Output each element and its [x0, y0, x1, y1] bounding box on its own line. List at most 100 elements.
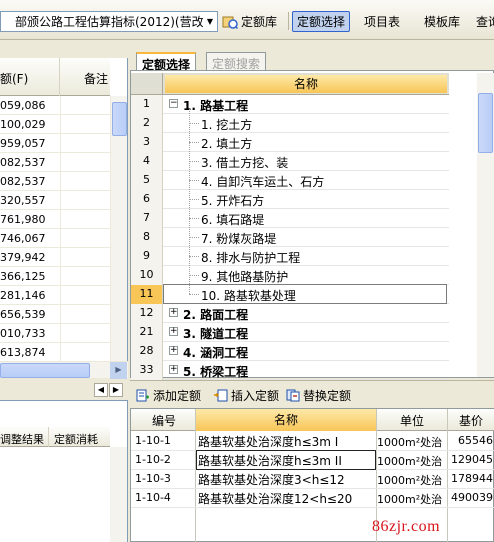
insert-quota-icon	[214, 389, 228, 401]
tree-connector	[189, 218, 199, 219]
tree-row[interactable]: 6 5. 开炸石方	[131, 190, 449, 209]
tree-row[interactable]: 28 +4. 涵洞工程	[131, 342, 449, 361]
column-header-adjust-result[interactable]: 调整结果	[0, 431, 44, 447]
tree-item-label: 1. 挖土方	[201, 118, 253, 132]
quota-unit-cell: 1000m²处治	[377, 455, 443, 468]
chevron-down-icon[interactable]: ▼	[203, 17, 217, 26]
column-divider	[60, 134, 61, 153]
tree-row[interactable]: 1−1. 路基工程	[131, 95, 449, 114]
table-row[interactable]: 379,942	[0, 248, 110, 267]
table-row[interactable]: 320,557	[0, 191, 110, 210]
query-button[interactable]: 查询	[476, 11, 494, 32]
collapse-icon[interactable]: −	[169, 99, 178, 108]
column-header-price[interactable]: 基价	[449, 412, 493, 429]
scrollbar-thumb[interactable]	[112, 102, 127, 136]
amount-cell: 366,125	[0, 270, 46, 283]
table-row[interactable]: 959,057	[0, 134, 110, 153]
insert-quota-button[interactable]: 插入定额	[214, 387, 279, 403]
project-table-button[interactable]: 项目表	[364, 11, 404, 32]
table-row[interactable]: 082,537	[0, 153, 110, 172]
tree-row[interactable]: 8 7. 粉煤灰路堤	[131, 228, 449, 247]
column-header-amount[interactable]: 额(F)	[0, 58, 60, 96]
expand-icon[interactable]: +	[169, 308, 178, 317]
table-row[interactable]: 100,029	[0, 115, 110, 134]
vertical-scrollbar[interactable]	[110, 447, 127, 542]
quota-chapter-tree: 名称 1−1. 路基工程 2 1. 挖土方 3 2. 填土方 4 3. 借土方挖、装 5 4. …	[130, 70, 494, 380]
table-row[interactable]: 761,980	[0, 210, 110, 229]
amount-cell: 320,557	[0, 194, 46, 207]
row-number: 12	[131, 304, 163, 323]
scroll-right-icon[interactable]: ▶	[109, 383, 123, 397]
replace-quota-button[interactable]: 替换定额	[286, 387, 351, 403]
tree-row[interactable]: 5 4. 自卸汽车运土、石方	[131, 171, 449, 190]
column-divider	[60, 324, 61, 343]
vertical-scrollbar[interactable]	[110, 96, 127, 362]
column-divider	[60, 96, 61, 115]
table-row[interactable]: 281,146	[0, 286, 110, 305]
table-row[interactable]: 082,537	[0, 172, 110, 191]
column-header-note[interactable]: 备注	[84, 70, 108, 87]
tree-row[interactable]: 12 +2. 路面工程	[131, 304, 449, 323]
amount-cell: 082,537	[0, 156, 46, 169]
table-row[interactable]: 1-10-2 路基软基处治深度h≤3m II 1000m²处治 129045	[131, 450, 494, 470]
amount-cell: 613,874	[0, 346, 46, 359]
add-quota-button[interactable]: 添加定额	[136, 387, 201, 403]
tab-quota-select[interactable]: 定额选择	[136, 52, 197, 72]
row-number: 4	[131, 152, 163, 171]
horizontal-scrollbar[interactable]: ▶	[0, 361, 128, 379]
column-header-name[interactable]: 名称	[165, 75, 447, 93]
table-row[interactable]: 1-10-1 路基软基处治深度h≤3m I 1000m²处治 65546	[131, 432, 494, 451]
table-row[interactable]: 059,086	[0, 96, 110, 115]
template-library-button[interactable]: 模板库	[424, 11, 464, 32]
scrollbar-thumb[interactable]	[0, 363, 90, 378]
tree-row[interactable]: 9 8. 排水与防护工程	[131, 247, 449, 266]
tree-row[interactable]: 2 1. 挖土方	[131, 114, 449, 133]
table-row[interactable]: 613,874	[0, 343, 110, 362]
tree-item-label: 4. 涵洞工程	[183, 346, 249, 360]
quota-library-combo[interactable]: 部颁公路工程估算指标(2012)(营改 ▼	[0, 11, 218, 32]
column-header-quota-consumption[interactable]: 定额消耗	[54, 431, 98, 447]
scroll-left-icon[interactable]: ◀	[94, 383, 108, 397]
column-divider	[60, 229, 61, 248]
row-number: 5	[131, 171, 163, 190]
vertical-scrollbar[interactable]	[477, 73, 494, 377]
column-divider	[60, 267, 61, 286]
tab-quota-search[interactable]: 定额搜索	[206, 52, 267, 71]
expand-icon[interactable]: +	[169, 365, 178, 374]
toolbar-divider	[288, 12, 289, 30]
quota-price-cell: 65546	[458, 434, 493, 447]
tree-row[interactable]: 11 10. 路基软基处理	[131, 284, 449, 304]
quota-select-button[interactable]: 定额选择	[292, 11, 350, 32]
table-row[interactable]: 1-10-3 路基软基处治深度3<h≤12 1000m²处治 178944	[131, 470, 494, 489]
column-header-code[interactable]: 编号	[135, 412, 193, 429]
expand-icon[interactable]: +	[169, 346, 178, 355]
table-row[interactable]: 746,067	[0, 229, 110, 248]
amount-cell: 379,942	[0, 251, 46, 264]
row-number: 8	[131, 228, 163, 247]
insert-quota-label: 插入定额	[231, 388, 280, 403]
row-number: 33	[131, 361, 163, 380]
table-row[interactable]: 010,733	[0, 324, 110, 343]
tree-row[interactable]: 3 2. 填土方	[131, 133, 449, 152]
tree-row[interactable]: 7 6. 填石路堤	[131, 209, 449, 228]
amount-cell: 281,146	[0, 289, 46, 302]
tree-row[interactable]: 33 +5. 桥梁工程	[131, 361, 449, 380]
tree-connector	[189, 199, 199, 200]
scroll-right-icon[interactable]: ▶	[110, 362, 127, 379]
expand-icon[interactable]: +	[169, 327, 178, 336]
column-divider	[60, 343, 61, 362]
scrollbar-thumb[interactable]	[478, 93, 493, 153]
quota-library-button[interactable]: 定额库	[222, 11, 286, 32]
tree-item-label: 3. 借土方挖、装	[201, 156, 289, 170]
amount-cell: 100,029	[0, 118, 46, 131]
table-row[interactable]: 656,539	[0, 305, 110, 324]
tree-row[interactable]: 21 +3. 隧道工程	[131, 323, 449, 342]
table-row[interactable]: 1-10-4 路基软基处治深度12<h≤20 1000m²处治 490039	[131, 489, 494, 508]
column-header-name[interactable]: 名称	[196, 409, 376, 431]
tree-row[interactable]: 10 9. 其他路基防护	[131, 266, 449, 285]
tree-row[interactable]: 4 3. 借土方挖、装	[131, 152, 449, 171]
column-header-unit[interactable]: 单位	[377, 412, 447, 429]
project-budget-grid: 额(F) 备注 059,086 100,029 959,057 082,537 082,…	[0, 40, 128, 379]
add-quota-icon	[136, 389, 149, 401]
table-row[interactable]: 366,125	[0, 267, 110, 286]
